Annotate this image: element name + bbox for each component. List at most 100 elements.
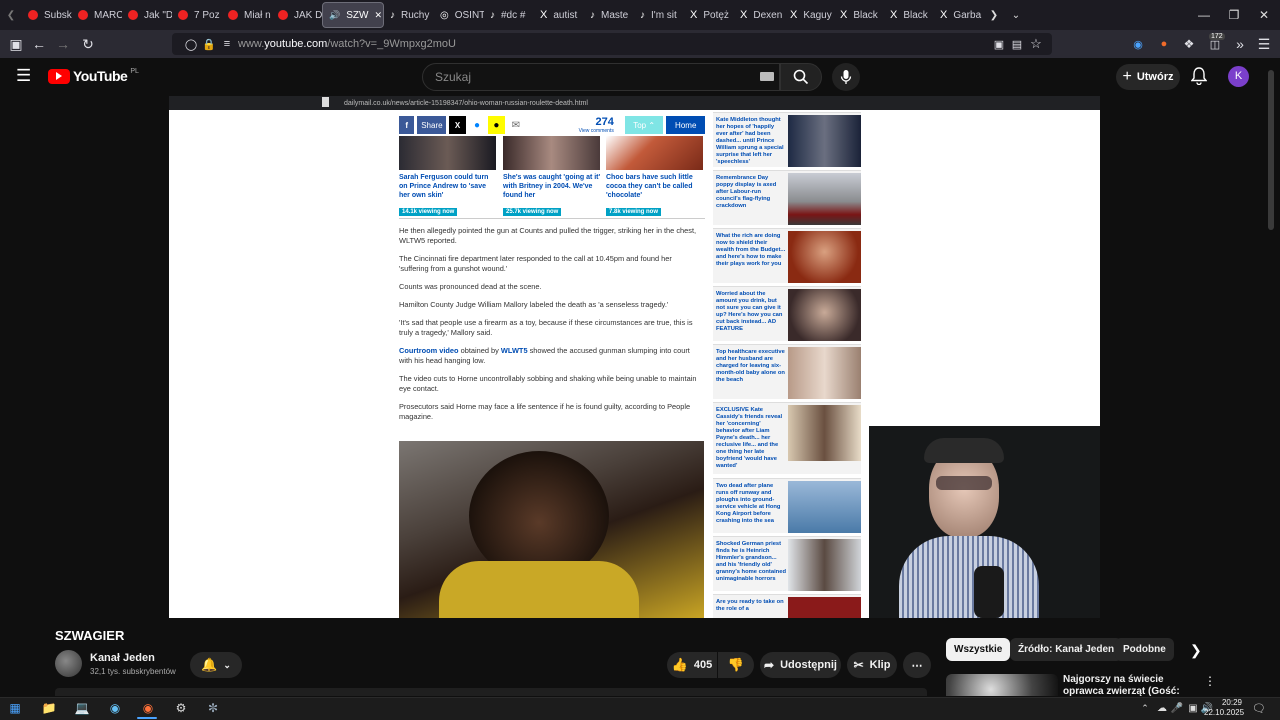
sidebar-thumbnail [788,231,861,283]
voice-search-button[interactable] [832,63,860,91]
related-video-title[interactable]: Najgorszy na świecie oprawca zwierząt (G… [1063,674,1203,697]
related-video-thumbnail[interactable] [946,674,1058,696]
browser-tab[interactable]: MARC [72,0,122,30]
restore-icon[interactable]: ❐ [1217,0,1251,30]
browser-tab[interactable]: ♪ I'm sit [634,0,684,30]
channel-avatar[interactable] [55,650,82,677]
permissions-icon[interactable]: ≡ [216,33,238,55]
browser-tab[interactable]: Subsk [22,0,72,30]
browser-tab[interactable]: ♪ #dc # [484,0,534,30]
clip-button[interactable]: ✂ Klip [847,652,897,678]
address-bar[interactable]: www. youtube.com/watch?v=_9Wmpxg2moU [172,33,1052,55]
minimize-icon[interactable]: — [1187,0,1221,30]
sidebar-thumbnail [788,481,861,533]
dislike-button[interactable]: 👎 [718,652,754,678]
tiktok-icon: ♪ [490,9,495,21]
bookmark-star-icon[interactable]: ☆ [1025,33,1047,55]
sidebar-story: Remembrance Day poppy display is axed af… [713,170,861,225]
more-actions-button[interactable]: ⋯ [903,652,931,678]
browser-tab[interactable]: X Black [834,0,884,30]
forward-icon[interactable]: → [52,33,74,55]
overflow-chevron-icon[interactable]: » [1229,33,1251,55]
extensions-puzzle-icon[interactable]: ❖ [1178,33,1200,55]
streamer-hair [924,438,1004,463]
article-paragraph: Counts was pronounced dead at the scene. [399,282,542,291]
desktop-app-icon[interactable]: 💻 [73,700,91,716]
chevron-down-icon: ⌄ [223,659,231,670]
addon-extension-icon[interactable]: ● [1153,33,1175,55]
notification-center-icon[interactable]: 🗨 [1250,700,1268,716]
chip-related[interactable]: Podobne [1115,638,1174,661]
video-player[interactable]: dailymail.co.uk/news/article-15198347/oh… [169,96,1100,618]
app-menu-icon[interactable]: ☰ [1253,33,1275,55]
browser-tab[interactable]: Miał n [222,0,272,30]
tabs-scroll-left-icon[interactable]: ❮ [0,0,22,30]
browser-tab[interactable]: ♪ Ruchy [384,0,434,30]
browser-tab[interactable]: ♪ Maste [584,0,634,30]
related-video-menu-icon[interactable]: ⋮ [1204,674,1216,688]
article-paragraph: He then allegedly pointed the gun at Cou… [399,226,697,245]
app-icon[interactable]: ✼ [204,700,222,716]
browser-tab[interactable]: 🔊 SZW ✕ [322,2,384,28]
notifications-bell-icon[interactable] [1190,67,1208,90]
browser-tab[interactable]: 7 Poz [172,0,222,30]
chip-from-channel[interactable]: Źródło: Kanał Jeden [1010,638,1123,661]
like-count: 405 [693,659,713,671]
courtroom-mid-text: obtained by [458,346,501,355]
settings-gear-icon[interactable]: ⚙ [172,700,190,716]
back-icon[interactable]: ← [28,33,50,55]
system-clock[interactable]: 20:29 22.10.2025 [1204,698,1244,718]
sidebar-story: What the rich are doing now to shield th… [713,228,861,283]
top-label: Top [633,120,647,130]
tabs-scroll-right-icon[interactable]: ❯ [984,0,1004,30]
windows-start-icon[interactable]: ▦ [6,700,24,716]
list-all-tabs-icon[interactable]: ⌄ [1004,0,1028,30]
article-share-bar: f Share X ● ● ✉ 274 View comments Top ⌃ … [399,115,706,135]
browser-tab[interactable]: Xautist [534,0,584,30]
close-tab-icon[interactable]: ✕ [374,10,382,21]
browser-tab[interactable]: JAK D [272,0,322,30]
sidebar-toggle-icon[interactable]: ▣ [5,33,27,55]
youtube-logo[interactable]: YouTube PL [48,68,139,84]
share-label: Share [417,116,447,134]
x-share-icon: X [449,116,466,134]
browser-tab[interactable]: X Potęż [684,0,734,30]
file-explorer-icon[interactable]: 📁 [40,700,58,716]
divider [399,218,705,219]
article-body: He then allegedly pointed the gun at Cou… [399,226,699,430]
browser-tab[interactable]: X Garba [934,0,984,30]
firefox-icon[interactable]: ◉ [139,700,157,716]
clock-time: 20:29 [1221,698,1242,707]
sidebar-headline: What the rich are doing now to shield th… [716,233,786,267]
browser-tab[interactable]: Jak "D [122,0,172,30]
tray-overflow-icon[interactable]: ⌃ [1136,700,1154,716]
close-window-icon[interactable]: ✕ [1247,0,1280,30]
browser-tab[interactable]: ◎ OSINT [434,0,484,30]
keyboard-icon[interactable] [760,72,774,81]
extensions-badge: 172 [1209,33,1225,40]
account-avatar[interactable]: K [1228,66,1249,87]
home-button: Home [666,116,706,134]
steam-icon[interactable]: ◉ [106,700,124,716]
vpn-extension-icon[interactable]: ◉ [1127,33,1149,55]
browser-tab[interactable]: X Kaguy [784,0,834,30]
hamburger-menu-icon[interactable]: ☰ [16,66,31,86]
sidebar-story: EXCLUSIVE Kate Cassidy's friends reveal … [713,402,861,474]
channel-name[interactable]: Kanał Jeden [90,652,155,664]
browser-tab[interactable]: X Black [884,0,934,30]
subscribed-bell-button[interactable]: 🔔 ⌄ [190,652,242,678]
youtube-logo-text: YouTube [73,68,128,84]
youtube-search-input[interactable]: Szukaj [422,63,780,91]
browser-tab-label: JAK D [294,9,322,21]
chips-next-icon[interactable]: ❯ [1190,642,1202,659]
browser-tab-label: Black [853,9,878,21]
page-scrollbar[interactable] [1268,70,1274,230]
browser-tab[interactable]: X Dexen [734,0,784,30]
reload-icon[interactable]: ↻ [77,33,99,55]
share-button[interactable]: ➦ Udostępnij [760,652,841,678]
like-button[interactable]: 👍 405 [667,652,717,678]
youtube-search-button[interactable] [780,63,822,91]
sidebar-thumbnail [788,115,861,167]
create-button[interactable]: + Utwórz [1116,64,1180,90]
chip-all[interactable]: Wszystkie [946,638,1011,661]
